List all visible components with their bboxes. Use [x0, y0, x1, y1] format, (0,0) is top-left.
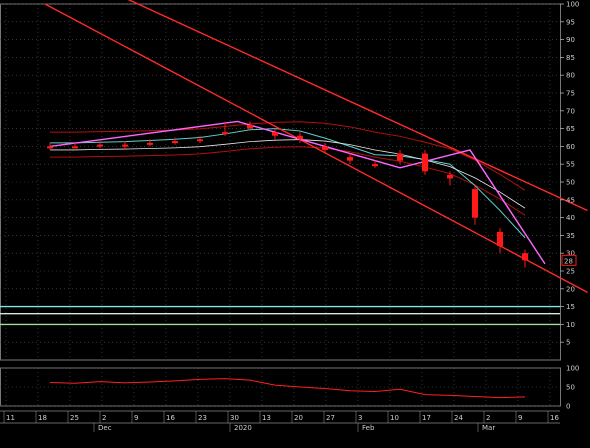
- y-tick-label: 55: [566, 161, 575, 169]
- y-tick-label: 75: [566, 90, 575, 98]
- month-label: Feb: [362, 424, 375, 432]
- x-tick-label: 9: [134, 414, 138, 422]
- candle-body: [347, 157, 353, 161]
- candle-body: [122, 144, 128, 147]
- y-tick-label: 40: [566, 214, 575, 222]
- x-tick-label: 9: [518, 414, 522, 422]
- y-tick-label: 35: [566, 232, 575, 240]
- horizontal-levels: [0, 305, 560, 326]
- slow-ma-line: [50, 139, 526, 209]
- x-tick-label: 24: [454, 414, 463, 422]
- x-tick-label: 10: [390, 414, 399, 422]
- candle-body: [522, 253, 528, 261]
- candle-body: [197, 139, 203, 142]
- candle-body: [322, 146, 328, 150]
- y-tick-label: 80: [566, 72, 575, 80]
- candle-body: [447, 174, 453, 179]
- candle-body: [422, 153, 428, 172]
- x-tick-label: 27: [326, 414, 335, 422]
- x-tick-label: 2: [486, 414, 490, 422]
- oscillator-panel: 100 50 0: [0, 365, 579, 411]
- osc-tick-label: 50: [566, 384, 575, 392]
- osc-tick-label: 0: [566, 403, 570, 411]
- x-tick-label: 17: [422, 414, 431, 422]
- last-price-label: 28: [561, 254, 577, 266]
- y-tick-label: 95: [566, 18, 575, 26]
- month-label: 2020: [234, 424, 252, 432]
- candle-body: [297, 135, 303, 140]
- y-tick-label: 85: [566, 54, 575, 62]
- month-label: Dec: [98, 424, 112, 432]
- y-tick-label: 90: [566, 36, 575, 44]
- x-tick-label: 11: [6, 414, 15, 422]
- candle-body: [372, 164, 378, 167]
- osc-tick-label: 100: [566, 365, 579, 373]
- candle-body: [272, 132, 278, 136]
- x-axis: 11 18 25 2 9 16 23 30 13 20 27 3 10 17 24 2 9 16 Dec 2020 Fe…: [0, 410, 560, 432]
- y-tick-label: 45: [566, 196, 575, 204]
- candle-body: [97, 144, 103, 147]
- y-tick-label: 50: [566, 179, 575, 187]
- x-tick-label: 16: [550, 414, 559, 422]
- candle-body: [172, 141, 178, 144]
- candle-body: [472, 189, 478, 218]
- y-axis: 5101520253035404550556065707580859095100: [560, 1, 579, 347]
- zigzag-line: [49, 120, 546, 265]
- x-tick-label: 16: [166, 414, 175, 422]
- y-tick-label: 60: [566, 143, 575, 151]
- stock-chart: 5101520253035404550556065707580859095100…: [0, 0, 588, 432]
- x-tick-label: 20: [294, 414, 303, 422]
- y-tick-label: 5: [566, 339, 570, 347]
- candles: [47, 121, 528, 268]
- x-tick-label: 2: [102, 414, 106, 422]
- candle-body: [497, 231, 503, 247]
- x-tick-label: 3: [358, 414, 362, 422]
- lower-channel-line: [44, 3, 588, 293]
- upper-channel-line: [127, 0, 588, 212]
- candle-body: [247, 125, 253, 129]
- month-label: Mar: [482, 424, 495, 432]
- y-tick-label: 70: [566, 107, 575, 115]
- y-tick-label: 100: [566, 1, 579, 9]
- y-tick-label: 10: [566, 321, 575, 329]
- candle-body: [47, 146, 53, 149]
- x-tick-label: 25: [70, 414, 79, 422]
- candle-body: [397, 153, 403, 161]
- y-tick-label: 15: [566, 303, 575, 311]
- candle-body: [72, 146, 78, 149]
- y-tick-label: 25: [566, 268, 575, 276]
- x-tick-label: 30: [230, 414, 239, 422]
- y-tick-label: 20: [566, 285, 575, 293]
- x-tick-label: 18: [38, 414, 47, 422]
- candle-body: [222, 132, 228, 135]
- candle-body: [147, 142, 153, 145]
- y-tick-label: 65: [566, 125, 575, 133]
- x-tick-label: 23: [198, 414, 207, 422]
- x-tick-label: 13: [262, 414, 271, 422]
- last-price-text: 28: [564, 257, 573, 265]
